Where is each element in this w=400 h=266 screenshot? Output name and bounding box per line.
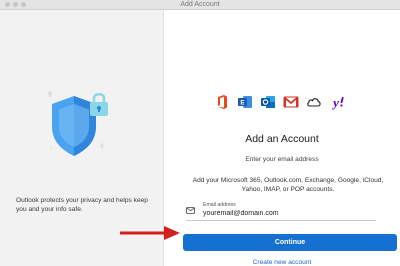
svg-text:E: E (240, 100, 245, 107)
exchange-icon: E (238, 96, 252, 108)
office-icon (218, 95, 227, 109)
window-title: Add Account (180, 1, 220, 8)
provider-icons: E y (214, 93, 345, 111)
email-field[interactable]: Email address (186, 202, 376, 221)
privacy-text: Outlook protects your privacy and helps … (16, 197, 148, 213)
privacy-shield-icon (48, 90, 108, 156)
add-account-panel: E y Add an Account Enter your email addr… (164, 10, 400, 266)
icloud-icon (307, 98, 321, 107)
svg-text:y: y (331, 95, 339, 110)
supported-accounts-text: Add your Microsoft 365, Outlook.com, Exc… (192, 177, 384, 193)
continue-button[interactable]: Continue (183, 234, 397, 251)
create-new-account-link[interactable]: Create new account (164, 259, 400, 266)
page-subtitle: Enter your email address (245, 156, 319, 163)
gmail-icon (283, 96, 299, 108)
red-arrow-annotation (120, 226, 180, 240)
page-title: Add an Account (245, 133, 319, 145)
yahoo-icon: y (331, 95, 344, 110)
outlook-icon (261, 96, 275, 108)
email-field-label: Email address (203, 202, 236, 208)
window-titlebar: Add Account (0, 0, 400, 10)
mail-icon (186, 207, 195, 214)
email-input[interactable] (203, 210, 363, 217)
